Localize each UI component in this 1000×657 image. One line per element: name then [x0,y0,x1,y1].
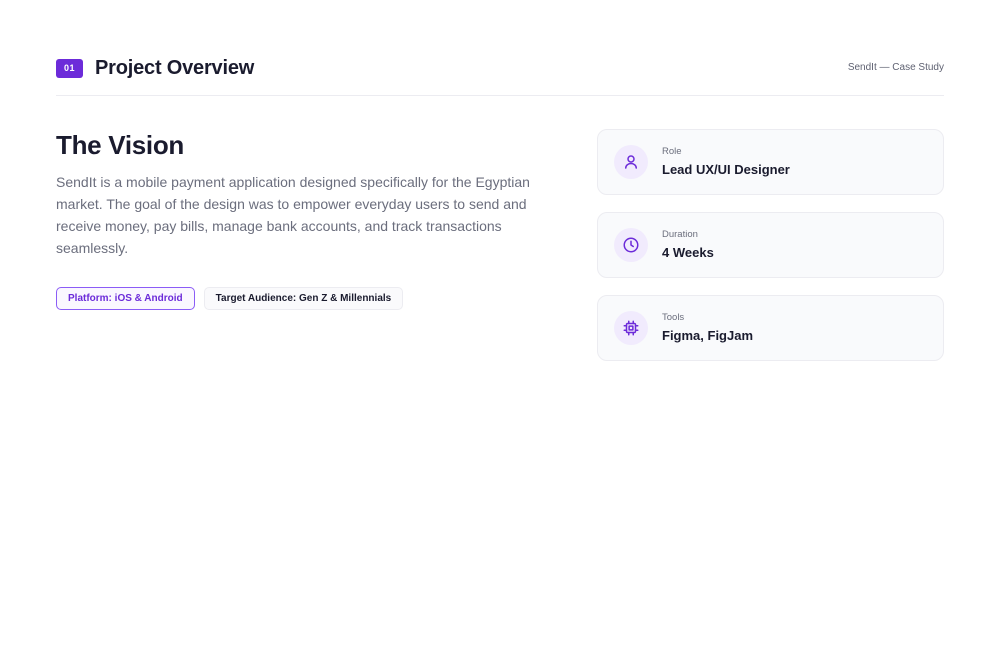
user-icon [614,145,648,179]
role-value: Lead UX/UI Designer [662,162,790,177]
duration-value: 4 Weeks [662,245,714,260]
vision-title: The Vision [56,130,184,160]
tools-value: Figma, FigJam [662,328,754,343]
tools-label: Tools [662,312,685,323]
section-header: 01 Project Overview SendIt — Case Study [56,56,944,96]
details-cards: Role Lead UX/UI Designer Duration 4 Week… [597,129,944,378]
clock-icon [614,228,648,262]
audience-tag: Target Audience: Gen Z & Millennials [203,287,404,310]
tag-list: Platform: iOS & Android Target Audience:… [56,287,566,310]
duration-card: Duration 4 Weeks [597,212,944,278]
duration-label: Duration [662,229,698,240]
role-card: Role Lead UX/UI Designer [597,129,944,195]
section-title-group: 01 Project Overview [56,56,254,80]
role-label: Role [662,146,682,157]
vision-description: SendIt is a mobile payment application d… [56,174,530,256]
section-number-badge: 01 [56,58,83,78]
vision-section: The Vision SendIt is a mobile payment ap… [56,129,566,310]
tools-card: Tools Figma, FigJam [597,295,944,361]
case-study-label: SendIt — Case Study [847,62,944,73]
platform-tag: Platform: iOS & Android [56,287,195,310]
cpu-chip-icon [614,311,648,345]
page-title: Project Overview [95,56,255,79]
